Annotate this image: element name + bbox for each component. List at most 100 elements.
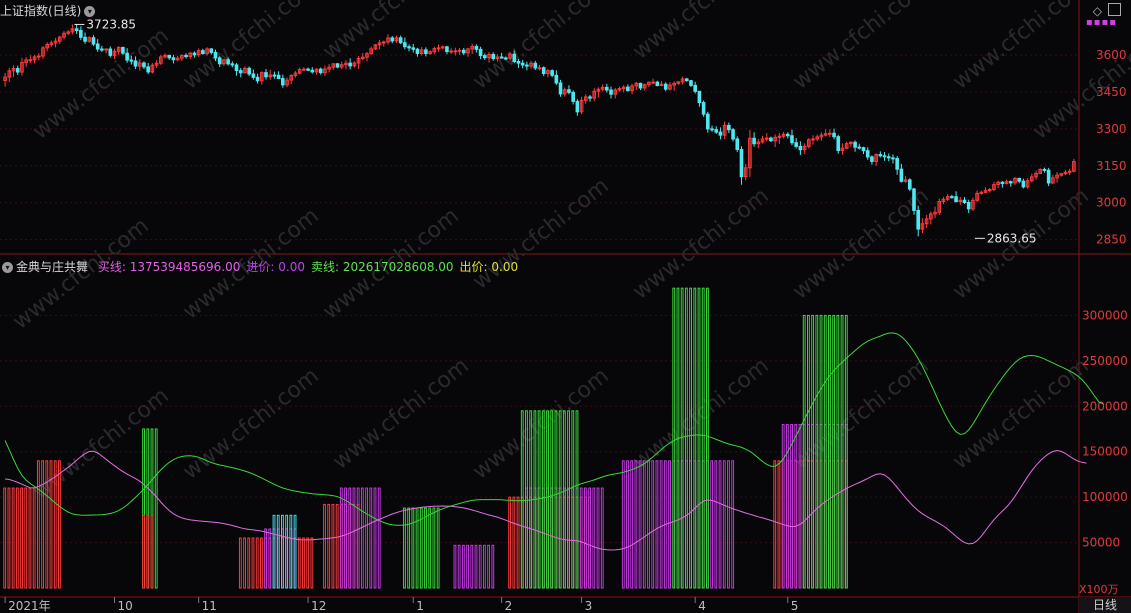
candle-body: [474, 45, 479, 50]
indicator-bar: [836, 314, 840, 589]
indicator-bar: [323, 503, 326, 589]
indicator-bar: [15, 487, 19, 589]
candle-body: [735, 138, 740, 150]
indicator-bar: [453, 544, 457, 589]
watermark-text: www.cfchi.com: [948, 0, 1093, 95]
candle-body: [15, 68, 20, 73]
candle-body: [1008, 181, 1013, 184]
indicator-bar: [651, 460, 655, 589]
candle-body: [655, 81, 660, 87]
indicator-bar: [356, 487, 360, 589]
watermark-text: www.cfchi.com: [628, 353, 773, 474]
indicator-bar: [512, 496, 516, 589]
candle-body: [706, 113, 710, 130]
indicator-bar: [731, 460, 735, 589]
candle-body: [689, 80, 693, 86]
indicator-bar: [272, 514, 276, 589]
candle-body: [861, 147, 866, 152]
watermark-text: www.cfchi.com: [328, 353, 473, 474]
candle-body: [697, 90, 702, 104]
candle-body: [230, 63, 235, 66]
indicator-bar: [20, 487, 23, 589]
price-tick-label: 3600: [1096, 48, 1127, 62]
watermark-text: www.cfchi.com: [468, 0, 613, 95]
candle-body: [478, 48, 483, 57]
candle-body: [987, 189, 992, 192]
candle-body: [306, 68, 310, 71]
candle-body: [457, 49, 462, 52]
candle-body: [100, 48, 104, 51]
indicator-bar: [718, 460, 722, 589]
candle-body: [857, 146, 862, 149]
indicator-bar: [491, 544, 495, 589]
indicator-tick-label: 250000: [1082, 354, 1128, 368]
indicator-bar: [546, 410, 549, 589]
window-icon[interactable]: [1108, 3, 1121, 16]
diamond-icon[interactable]: ◇: [1093, 4, 1102, 18]
indicator-bar: [508, 496, 512, 589]
watermark-text: www.cfchi.com: [788, 183, 933, 304]
indicator-bar: [790, 423, 793, 589]
candle-body: [184, 54, 188, 58]
candle-body: [790, 135, 794, 144]
candle-body: [836, 136, 841, 152]
indicator-bar: [600, 487, 604, 589]
indicator-bar: [255, 537, 259, 589]
candle-body: [79, 29, 83, 38]
header-icons: ◇: [1093, 3, 1121, 18]
indicator-bar: [621, 460, 625, 589]
indicator-item: 卖线: 202617028608.00: [310, 260, 454, 274]
x-tick-label: 1: [416, 599, 424, 613]
candle-body: [525, 64, 529, 67]
candle-body: [382, 41, 386, 44]
indicator-bar: [832, 314, 836, 589]
candle-body: [482, 55, 487, 59]
indicator-bar: [142, 514, 145, 589]
indicator-bar: [571, 410, 575, 589]
x-tick-label: 11: [202, 599, 217, 613]
indicator-bar: [659, 460, 663, 589]
indicator-bar: [781, 423, 785, 589]
candle-body: [310, 69, 315, 73]
candle-body: [853, 141, 857, 148]
indicator-bar: [297, 537, 301, 589]
more-dots-icon[interactable]: ▪▪▪▪: [1086, 17, 1117, 28]
candle-body: [752, 137, 756, 145]
indicator-bar: [243, 537, 246, 589]
title-dropdown-icon[interactable]: ▾: [84, 6, 96, 17]
indicator-bar: [146, 514, 150, 589]
indicator-tick-label: 50000: [1082, 536, 1120, 550]
candle-body: [335, 63, 340, 68]
candle-body: [142, 62, 146, 68]
indicator-bar: [407, 507, 411, 589]
watermark-text: www.cfchi.com: [468, 173, 613, 294]
candle-body: [764, 137, 769, 140]
indicator-bar: [579, 487, 583, 589]
candle-body: [1021, 180, 1026, 188]
candle-body: [264, 72, 268, 78]
candle-body: [247, 67, 251, 75]
candle-body: [588, 96, 592, 99]
candle-body: [1042, 168, 1047, 171]
candle-body: [558, 82, 563, 95]
indicator-bar: [588, 487, 592, 589]
indicator-bar: [344, 487, 347, 589]
candle-body: [626, 86, 630, 92]
indicator-bar: [647, 460, 650, 589]
candle-body: [895, 157, 899, 170]
period-tab[interactable]: 日线: [1078, 597, 1131, 613]
candle-body: [74, 28, 79, 31]
indicator-bar: [310, 537, 314, 589]
candle-body: [714, 129, 719, 133]
candle-body: [129, 59, 134, 62]
indicator-bar: [785, 423, 789, 589]
candle-body: [1017, 177, 1021, 182]
indicator-bar: [668, 460, 671, 589]
candle-body: [28, 59, 33, 62]
indicator-dropdown-icon[interactable]: ▾: [2, 262, 13, 273]
indicator-bar: [247, 537, 251, 589]
indicator-bar: [626, 460, 629, 589]
candle-body: [104, 48, 108, 51]
candle-body: [899, 168, 904, 182]
indicator-bar: [24, 487, 28, 589]
